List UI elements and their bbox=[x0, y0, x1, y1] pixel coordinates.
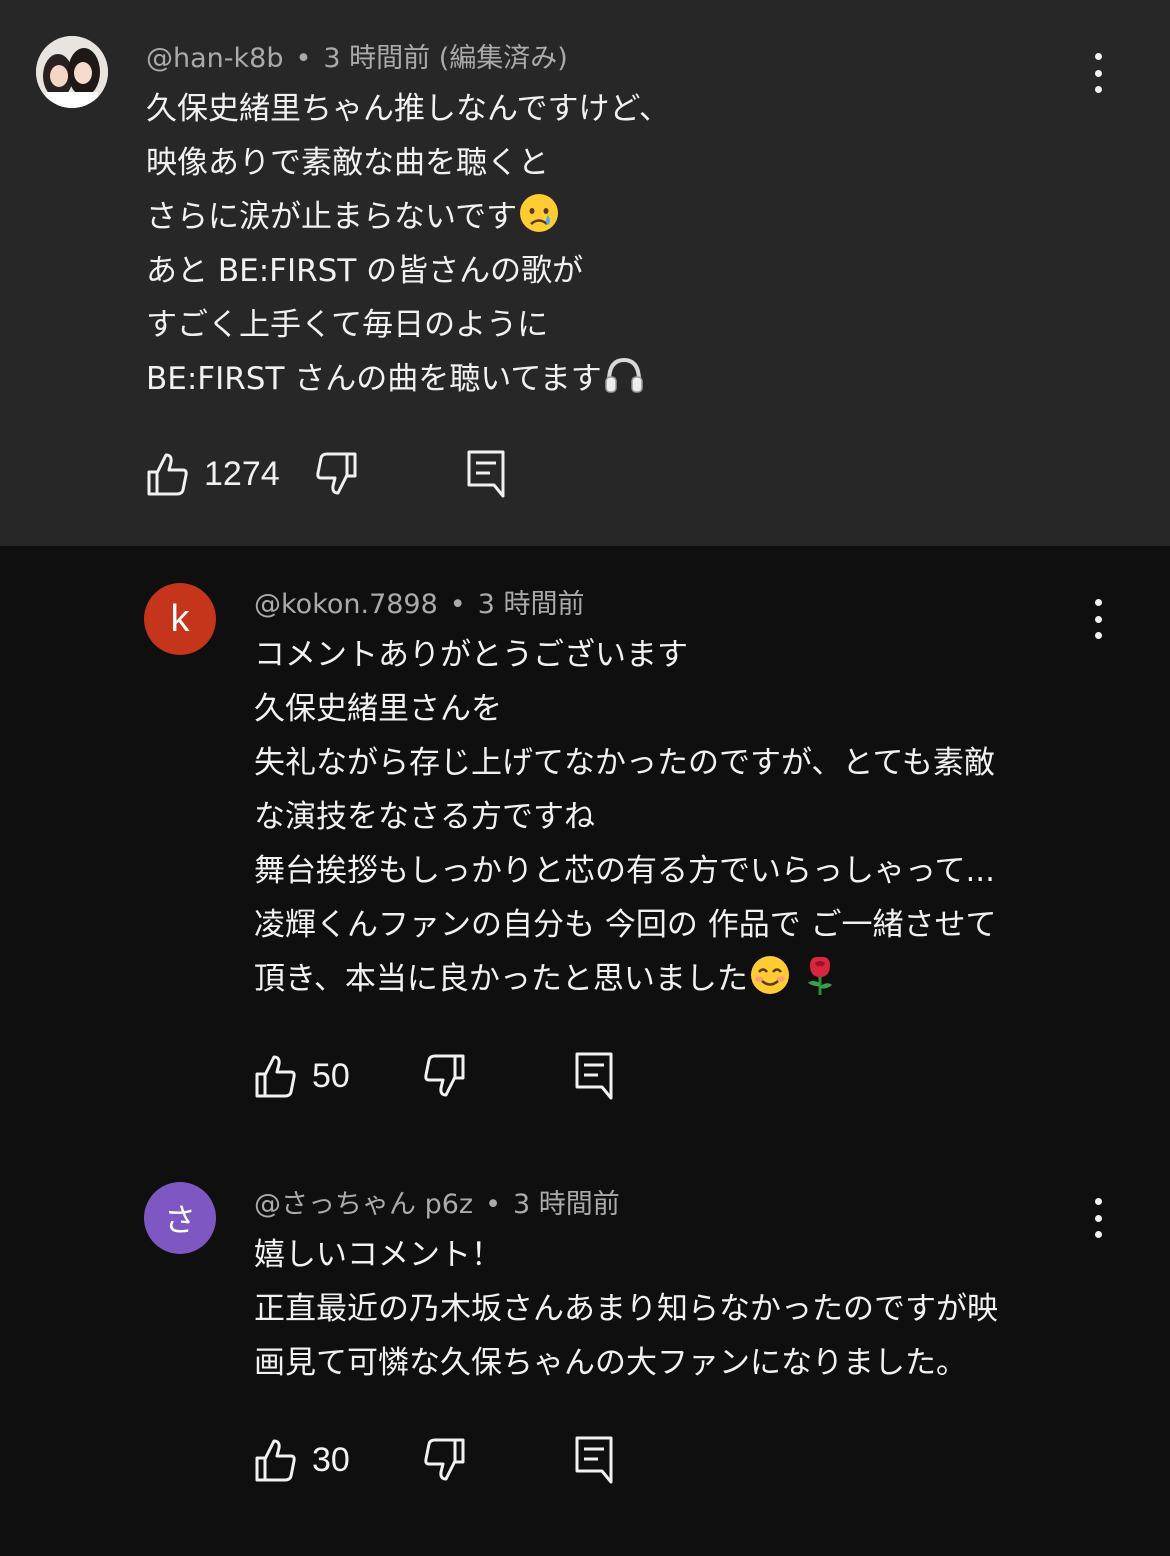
avatar-letter: さ bbox=[163, 1202, 196, 1238]
separator-dot: • bbox=[295, 43, 312, 74]
reply-comment-icon bbox=[575, 1052, 613, 1100]
like-button[interactable] bbox=[146, 448, 190, 500]
like-count: 1274 bbox=[204, 455, 280, 493]
thumbs-down-icon bbox=[424, 1438, 465, 1481]
timestamp: 3 時間前 (編集済み) bbox=[323, 43, 568, 74]
comment-line: 失礼ながら存じ上げてなかったのですが、とても素敵 bbox=[254, 745, 995, 781]
avatar[interactable] bbox=[36, 36, 108, 108]
comment-line: 画見て可憐な久保ちゃんの大ファンになりました。 bbox=[254, 1345, 967, 1381]
like-button[interactable] bbox=[254, 1050, 298, 1102]
comment-line-with-emoji: 頂き、本当に良かったと思いました bbox=[254, 952, 997, 1006]
dislike-button[interactable] bbox=[314, 448, 358, 500]
comment-actions: 1274 bbox=[146, 448, 546, 500]
comment-line: 映像ありで素敵な曲を聴くと bbox=[146, 145, 549, 181]
reply-comment-icon bbox=[467, 450, 505, 498]
separator-dot: • bbox=[449, 589, 466, 620]
comment-line: 正直最近の乃木坂さんあまり知らなかったのですが映 bbox=[254, 1291, 998, 1327]
separator-dot: • bbox=[485, 1189, 502, 1220]
reply-button[interactable] bbox=[574, 1434, 614, 1486]
avatar-letter: k bbox=[170, 597, 190, 640]
author-handle[interactable]: @kokon.7898 bbox=[254, 589, 438, 620]
thumbs-up-icon bbox=[255, 1439, 296, 1482]
comment-line-with-emoji: BE:FIRST さんの曲を聴いてます bbox=[146, 352, 670, 406]
avatar[interactable]: k bbox=[144, 583, 216, 655]
reply-button[interactable] bbox=[574, 1050, 614, 1102]
rose-icon bbox=[807, 956, 832, 995]
reply-comment-icon bbox=[575, 1436, 613, 1484]
like-count: 50 bbox=[312, 1057, 350, 1095]
thumbs-down-icon bbox=[316, 452, 357, 495]
author-handle[interactable]: @さっちゃん p6z bbox=[254, 1189, 473, 1220]
comment-text: 久保史緒里ちゃん推しなんですけど、 映像ありで素敵な曲を聴くと さらに涙が止まら… bbox=[146, 82, 670, 406]
thumbs-down-icon bbox=[424, 1054, 465, 1097]
comment-meta: @kokon.7898 • 3 時間前 bbox=[254, 588, 585, 622]
comments-screen: @han-k8b • 3 時間前 (編集済み) 久保史緒里ちゃん推しなんですけど、 … bbox=[0, 0, 1170, 1556]
thumbs-up-icon bbox=[255, 1055, 296, 1098]
profile-photo-icon bbox=[36, 36, 108, 108]
comment-line: あと BE:FIRST の皆さんの歌が bbox=[146, 253, 584, 289]
comment-text: コメントありがとうございます 久保史緒里さんを 失礼ながら存じ上げてなかったので… bbox=[254, 628, 997, 1006]
headphones-icon bbox=[605, 357, 643, 393]
comment-line: な演技をなさる方ですね bbox=[254, 799, 595, 835]
comment-actions: 30 bbox=[254, 1434, 654, 1486]
comment-meta: @さっちゃん p6z • 3 時間前 bbox=[254, 1188, 620, 1222]
dislike-button[interactable] bbox=[422, 1050, 466, 1102]
smiling-face-icon bbox=[750, 956, 789, 994]
like-count: 30 bbox=[312, 1441, 350, 1479]
reply-button[interactable] bbox=[466, 448, 506, 500]
timestamp: 3 時間前 bbox=[477, 589, 585, 620]
timestamp: 3 時間前 bbox=[513, 1189, 620, 1220]
comment-line: 嬉しいコメント！ bbox=[254, 1237, 502, 1273]
comment-line: すごく上手くて毎日のように bbox=[146, 307, 549, 343]
comment-meta: @han-k8b • 3 時間前 (編集済み) bbox=[146, 42, 568, 76]
comment-line: 凌輝くんファンの自分も 今回の 作品で ご一緒させて bbox=[254, 907, 997, 943]
comment-line: 久保史緒里さんを bbox=[254, 691, 502, 727]
comment-text: 嬉しいコメント！ 正直最近の乃木坂さんあまり知らなかったのですが映 画見て可憐な… bbox=[254, 1228, 998, 1390]
dislike-button[interactable] bbox=[422, 1434, 466, 1486]
avatar[interactable]: さ bbox=[144, 1182, 216, 1254]
more-vertical-icon[interactable] bbox=[1086, 597, 1110, 641]
comment-actions: 50 bbox=[254, 1050, 654, 1102]
thumbs-up-icon bbox=[147, 453, 188, 496]
like-button[interactable] bbox=[254, 1434, 298, 1486]
comment-line: 舞台挨拶もしっかりと芯の有る方でいらっしゃって... bbox=[254, 853, 996, 889]
author-handle[interactable]: @han-k8b bbox=[146, 43, 283, 74]
comment-line: コメントありがとうございます bbox=[254, 637, 688, 673]
crying-face-icon bbox=[520, 194, 559, 232]
more-vertical-icon[interactable] bbox=[1086, 51, 1110, 95]
comment-line: 久保史緒里ちゃん推しなんですけど、 bbox=[146, 91, 670, 127]
more-vertical-icon[interactable] bbox=[1086, 1196, 1110, 1240]
comment-line-with-emoji: さらに涙が止まらないです bbox=[146, 190, 670, 244]
